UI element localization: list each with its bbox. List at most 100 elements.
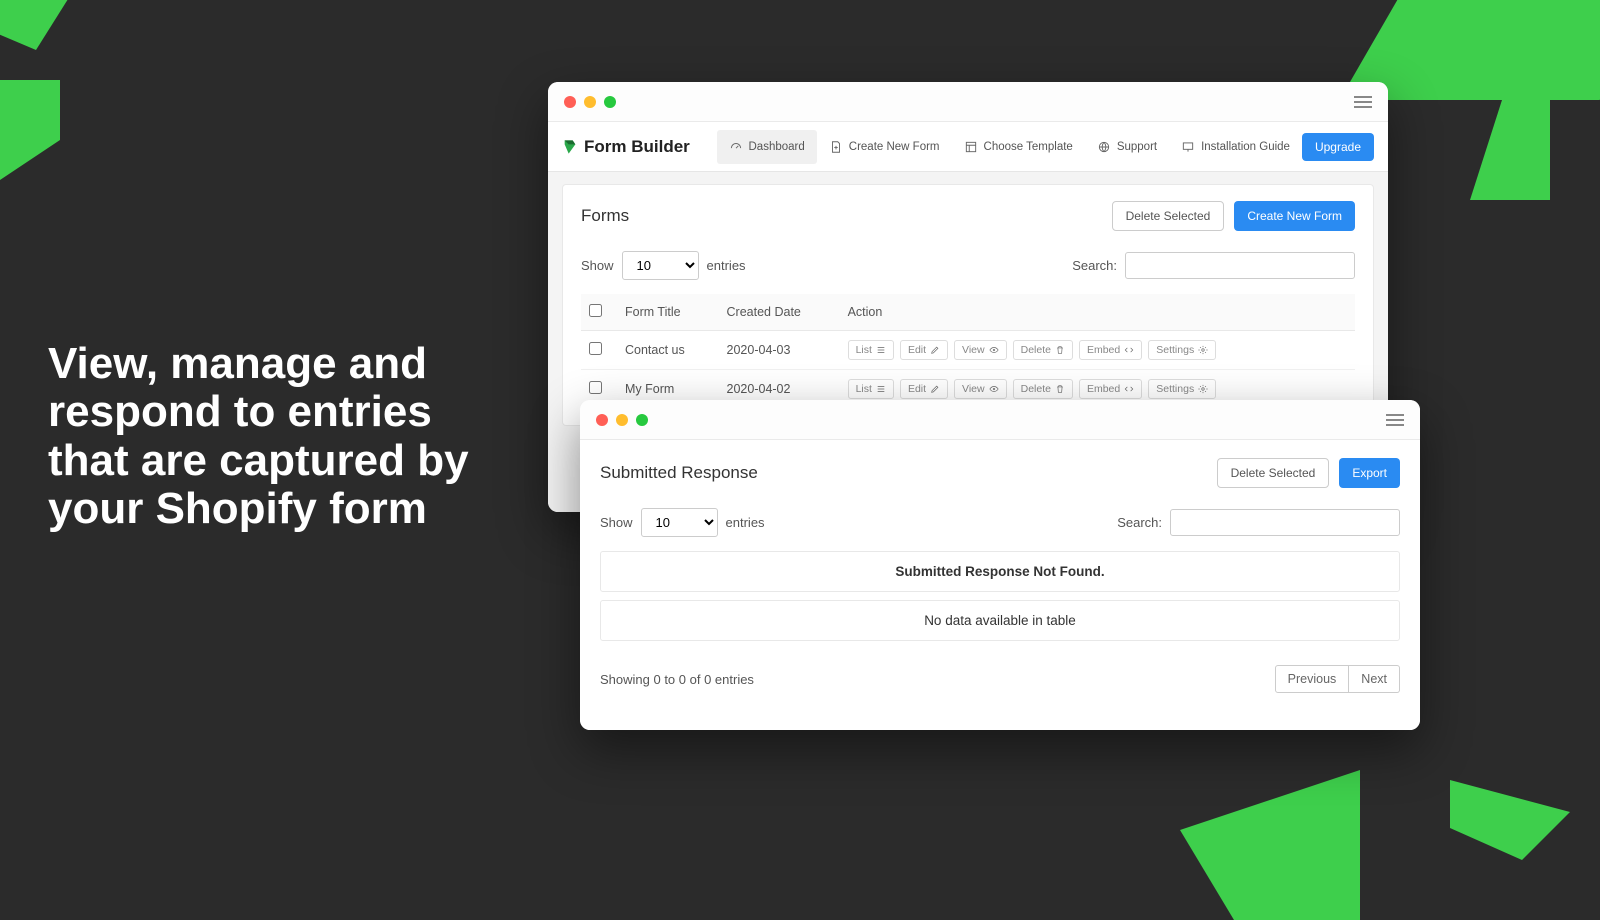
brand-logo-icon bbox=[562, 139, 578, 155]
page-size-select[interactable]: 10 bbox=[622, 251, 699, 280]
card-header: Submitted Response Delete Selected Expor… bbox=[600, 458, 1400, 488]
delete-button[interactable]: Delete bbox=[1013, 340, 1073, 360]
decor-shape bbox=[1180, 770, 1360, 920]
show-label: Show bbox=[581, 258, 614, 273]
nav-label: Choose Template bbox=[984, 141, 1073, 153]
nav-installation-guide[interactable]: Installation Guide bbox=[1169, 130, 1302, 164]
prev-button[interactable]: Previous bbox=[1275, 665, 1350, 693]
settings-button[interactable]: Settings bbox=[1148, 379, 1216, 399]
code-icon bbox=[1124, 345, 1134, 355]
select-all-checkbox[interactable] bbox=[589, 304, 602, 317]
decor-shape bbox=[0, 0, 80, 50]
zoom-icon[interactable] bbox=[604, 96, 616, 108]
search-input[interactable] bbox=[1125, 252, 1355, 279]
export-button[interactable]: Export bbox=[1339, 458, 1400, 488]
col-title: Form Title bbox=[617, 294, 719, 331]
embed-button[interactable]: Embed bbox=[1079, 379, 1142, 399]
table-controls: Show 10 entries Search: bbox=[600, 508, 1400, 537]
nav-support[interactable]: Support bbox=[1085, 130, 1169, 164]
view-button[interactable]: View bbox=[954, 340, 1007, 360]
table-controls: Show 10 entries Search: bbox=[581, 251, 1355, 280]
entries-label: entries bbox=[707, 258, 746, 273]
decor-shape bbox=[0, 80, 60, 180]
zoom-icon[interactable] bbox=[636, 414, 648, 426]
table-row: Contact us 2020-04-03 List Edit View Del… bbox=[581, 331, 1355, 370]
minimize-icon[interactable] bbox=[616, 414, 628, 426]
edit-button[interactable]: Edit bbox=[900, 340, 948, 360]
main-nav: Dashboard Create New Form Choose Templat… bbox=[717, 130, 1375, 164]
row-checkbox[interactable] bbox=[589, 381, 602, 394]
decor-shape bbox=[1450, 780, 1570, 860]
presentation-icon bbox=[1181, 140, 1195, 154]
template-icon bbox=[964, 140, 978, 154]
forms-table: Form Title Created Date Action Contact u… bbox=[581, 294, 1355, 409]
list-button[interactable]: List bbox=[848, 379, 894, 399]
file-plus-icon bbox=[829, 140, 843, 154]
decor-shape bbox=[1470, 100, 1550, 200]
pager: Previous Next bbox=[1275, 665, 1400, 693]
cell-date: 2020-04-03 bbox=[719, 331, 840, 370]
search-label: Search: bbox=[1072, 258, 1117, 273]
list-button[interactable]: List bbox=[848, 340, 894, 360]
titlebar bbox=[580, 400, 1420, 440]
hamburger-icon[interactable] bbox=[1386, 414, 1404, 426]
showing-text: Showing 0 to 0 of 0 entries bbox=[600, 672, 754, 687]
nav-label: Support bbox=[1117, 141, 1157, 153]
delete-button[interactable]: Delete bbox=[1013, 379, 1073, 399]
col-action: Action bbox=[840, 294, 1355, 331]
forms-card: Forms Delete Selected Create New Form Sh… bbox=[562, 184, 1374, 426]
card-actions: Delete Selected Create New Form bbox=[1112, 201, 1355, 231]
row-checkbox[interactable] bbox=[589, 342, 602, 355]
empty-state-subtitle: No data available in table bbox=[600, 600, 1400, 641]
marketing-headline: View, manage and respond to entries that… bbox=[48, 340, 508, 534]
delete-selected-button[interactable]: Delete Selected bbox=[1112, 201, 1225, 231]
brand: Form Builder bbox=[562, 137, 690, 157]
trash-icon bbox=[1055, 345, 1065, 355]
edit-button[interactable]: Edit bbox=[900, 379, 948, 399]
list-icon bbox=[876, 384, 886, 394]
card-actions: Delete Selected Export bbox=[1217, 458, 1400, 488]
list-icon bbox=[876, 345, 886, 355]
gauge-icon bbox=[729, 140, 743, 154]
nav-create-form[interactable]: Create New Form bbox=[817, 130, 952, 164]
card-title: Forms bbox=[581, 206, 629, 226]
nav-choose-template[interactable]: Choose Template bbox=[952, 130, 1085, 164]
entries-label: entries bbox=[726, 515, 765, 530]
nav-label: Dashboard bbox=[749, 141, 805, 153]
card-title: Submitted Response bbox=[600, 463, 758, 483]
table-footer: Showing 0 to 0 of 0 entries Previous Nex… bbox=[600, 665, 1400, 693]
nav-dashboard[interactable]: Dashboard bbox=[717, 130, 817, 164]
row-actions: List Edit View Delete Embed Settings bbox=[848, 379, 1347, 399]
create-new-form-button[interactable]: Create New Form bbox=[1234, 201, 1355, 231]
titlebar bbox=[548, 82, 1388, 122]
window-body: Submitted Response Delete Selected Expor… bbox=[580, 440, 1420, 730]
row-actions: List Edit View Delete Embed Settings bbox=[848, 340, 1347, 360]
delete-selected-button[interactable]: Delete Selected bbox=[1217, 458, 1330, 488]
brand-name: Form Builder bbox=[584, 137, 690, 157]
hamburger-icon[interactable] bbox=[1354, 96, 1372, 108]
gear-icon bbox=[1198, 345, 1208, 355]
globe-icon bbox=[1097, 140, 1111, 154]
col-date: Created Date bbox=[719, 294, 840, 331]
nav-label: Installation Guide bbox=[1201, 141, 1290, 153]
code-icon bbox=[1124, 384, 1134, 394]
minimize-icon[interactable] bbox=[584, 96, 596, 108]
gear-icon bbox=[1198, 384, 1208, 394]
pencil-icon bbox=[930, 345, 940, 355]
eye-icon bbox=[989, 384, 999, 394]
search-input[interactable] bbox=[1170, 509, 1400, 536]
view-button[interactable]: View bbox=[954, 379, 1007, 399]
page-size-select[interactable]: 10 bbox=[641, 508, 718, 537]
card-header: Forms Delete Selected Create New Form bbox=[581, 201, 1355, 231]
pencil-icon bbox=[930, 384, 940, 394]
close-icon[interactable] bbox=[596, 414, 608, 426]
search-label: Search: bbox=[1117, 515, 1162, 530]
window-controls bbox=[596, 414, 648, 426]
window-responses: Submitted Response Delete Selected Expor… bbox=[580, 400, 1420, 730]
next-button[interactable]: Next bbox=[1349, 665, 1400, 693]
close-icon[interactable] bbox=[564, 96, 576, 108]
upgrade-button[interactable]: Upgrade bbox=[1302, 133, 1374, 161]
settings-button[interactable]: Settings bbox=[1148, 340, 1216, 360]
app-header: Form Builder Dashboard Create New Form C… bbox=[548, 122, 1388, 172]
embed-button[interactable]: Embed bbox=[1079, 340, 1142, 360]
